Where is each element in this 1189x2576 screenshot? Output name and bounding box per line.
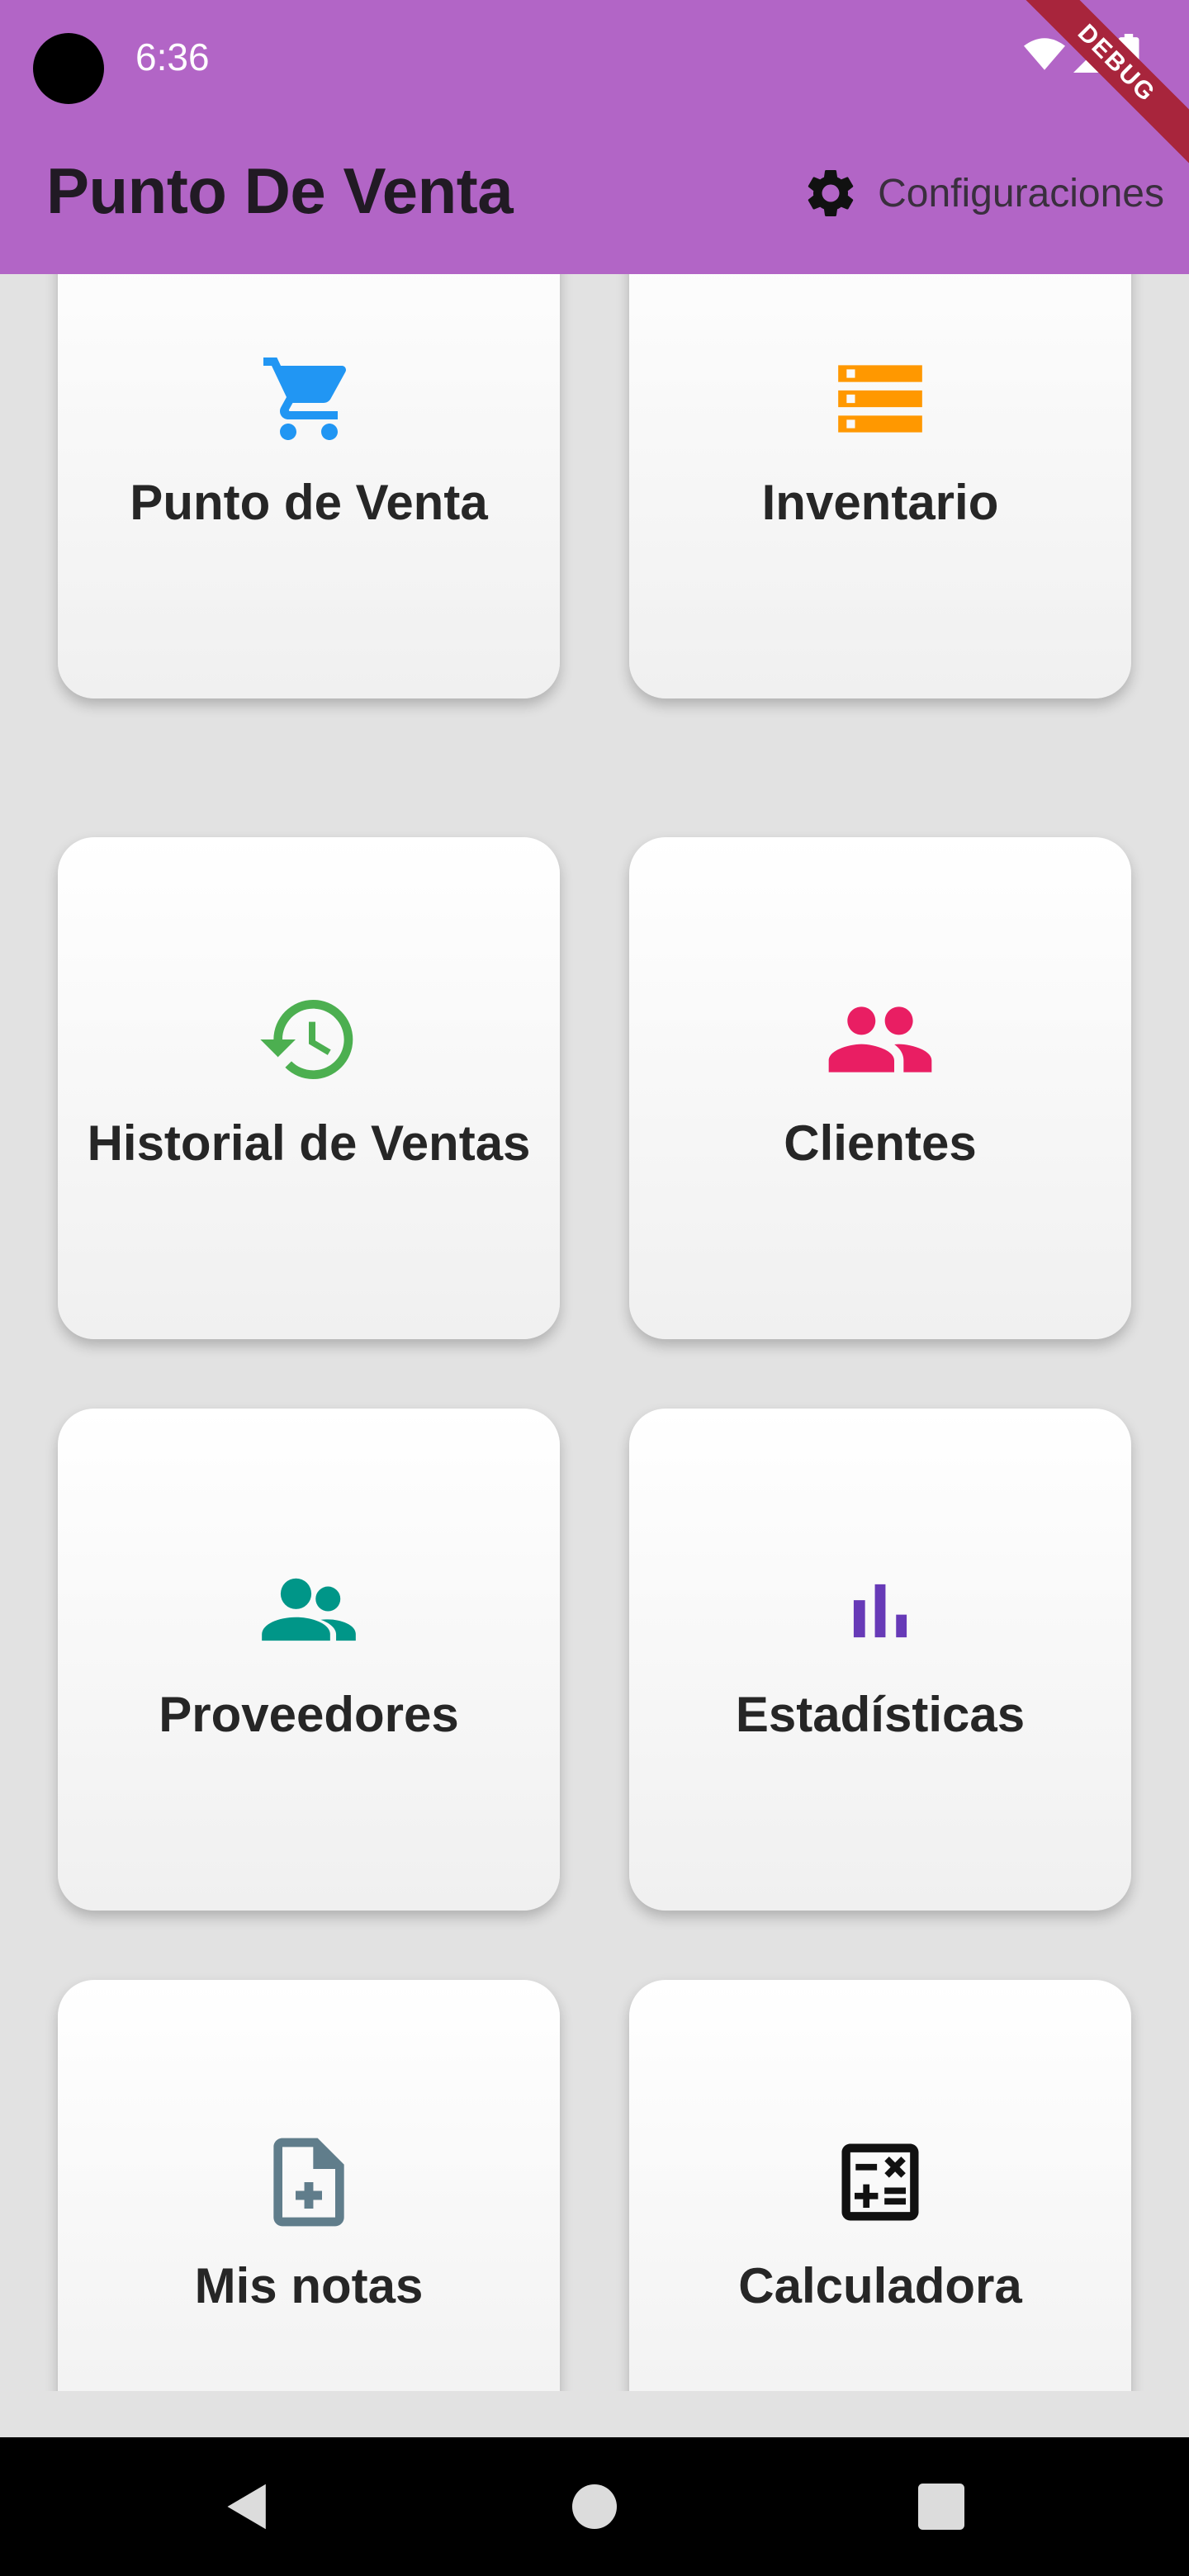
menu-card-label: Clientes [784, 1115, 977, 1171]
menu-card-label: Calculadora [738, 2258, 1022, 2313]
back-icon [227, 2484, 266, 2530]
gear-icon [808, 169, 854, 216]
settings-button[interactable]: Configuraciones [802, 160, 1164, 226]
recents-icon [918, 2484, 964, 2530]
app-bar: 6:36 DEBUG Punto De Venta Configuracione… [0, 0, 1189, 274]
menu-card-inventario[interactable]: Inventario [629, 274, 1131, 698]
bar-chart-icon [853, 1584, 907, 1638]
calculator-icon [841, 2143, 919, 2221]
menu-card-mis-notas[interactable]: Mis notas [58, 1980, 560, 2391]
menu-grid[interactable]: Punto de Venta Inventario Historial de V… [0, 274, 1189, 2391]
status-time: 6:36 [135, 36, 210, 78]
system-nav-bar [0, 2437, 1189, 2576]
debug-banner: DEBUG [1015, 0, 1189, 165]
menu-card-label: Punto de Venta [130, 475, 488, 530]
camera-cutout [33, 33, 104, 104]
settings-label: Configuraciones [878, 171, 1164, 215]
note-add-icon [273, 2138, 344, 2227]
home-icon [572, 2484, 617, 2529]
menu-card-label: Mis notas [194, 2258, 424, 2313]
inventory-list-icon [838, 365, 922, 433]
menu-card-punto-de-venta[interactable]: Punto de Venta [58, 274, 560, 698]
menu-card-label: Inventario [761, 475, 999, 530]
nav-recents-button[interactable] [900, 2437, 983, 2576]
shopping-cart-icon [263, 358, 347, 440]
wifi-icon [1024, 38, 1065, 70]
nav-back-button[interactable] [206, 2437, 289, 2576]
menu-card-historial-de-ventas[interactable]: Historial de Ventas [58, 837, 560, 1339]
page-title: Punto De Venta [46, 154, 514, 227]
menu-card-proveedores[interactable]: Proveedores [58, 1409, 560, 1911]
menu-card-label: Proveedores [159, 1687, 459, 1742]
nav-home-button[interactable] [553, 2437, 636, 2576]
menu-card-label: Estadísticas [735, 1687, 1026, 1742]
menu-card-clientes[interactable]: Clientes [629, 837, 1131, 1339]
menu-card-estadisticas[interactable]: Estadísticas [629, 1409, 1131, 1911]
menu-card-label: Historial de Ventas [87, 1115, 531, 1171]
suppliers-icon [262, 1578, 356, 1641]
history-icon [260, 1000, 353, 1079]
menu-card-calculadora[interactable]: Calculadora [629, 1980, 1131, 2391]
people-icon [828, 1006, 932, 1073]
